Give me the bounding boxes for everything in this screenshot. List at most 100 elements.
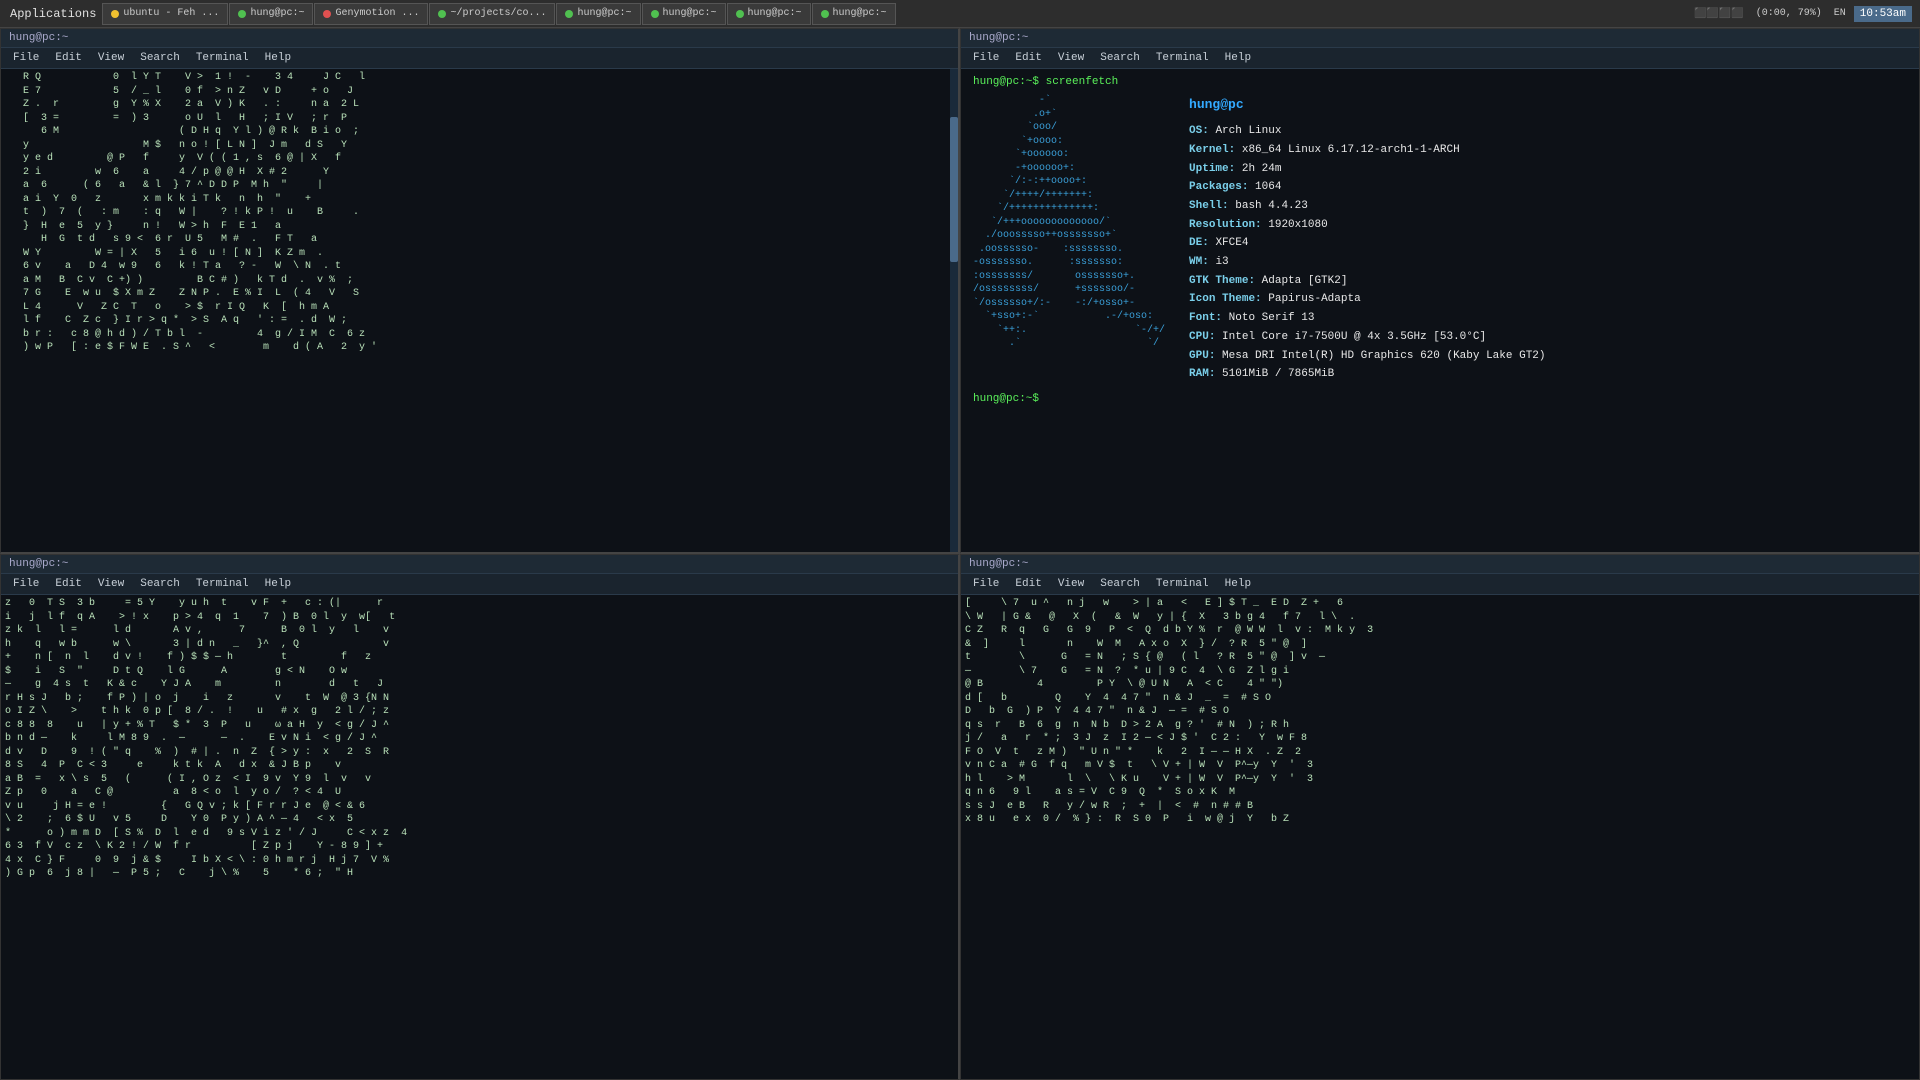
- taskbar-windows: ubuntu - Feh ... hung@pc:~ Genymotion ... ~…: [102, 3, 1690, 25]
- terminal-top-right: hung@pc:~ File Edit View Search Terminal…: [960, 28, 1920, 554]
- info-label-13: RAM:: [1189, 368, 1215, 380]
- menu-br-edit[interactable]: Edit: [1007, 576, 1049, 592]
- taskbar-window-dot-6: [736, 10, 744, 18]
- taskbar-window-dot-2: [323, 10, 331, 18]
- taskbar-window-label-2: Genymotion ...: [335, 8, 419, 19]
- terminal-tr-content[interactable]: hung@pc:~$ screenfetch -` .o+` `ooo/ `+o…: [961, 69, 1919, 552]
- screenfetch-art: -` .o+` `ooo/ `+oooo: `+oooooo: -+oooooo…: [973, 94, 1165, 384]
- menu-bl-terminal[interactable]: Terminal: [188, 576, 257, 592]
- taskbar-window-4[interactable]: hung@pc:~: [556, 3, 640, 25]
- menu-bl-search[interactable]: Search: [132, 576, 188, 592]
- scrollbar-tl[interactable]: [950, 69, 958, 552]
- taskbar-clock: 10:53am: [1854, 6, 1912, 22]
- info-value-5: 1920x1080: [1262, 219, 1328, 231]
- info-label-8: GTK Theme:: [1189, 275, 1255, 287]
- menu-tr-file[interactable]: File: [965, 50, 1007, 66]
- info-label-10: Font:: [1189, 312, 1222, 324]
- menu-bl-edit[interactable]: Edit: [47, 576, 89, 592]
- info-label-5: Resolution:: [1189, 219, 1262, 231]
- info-value-0: Arch Linux: [1209, 125, 1282, 137]
- menu-tr-search[interactable]: Search: [1092, 50, 1148, 66]
- terminal-tl-titlebar: hung@pc:~: [1, 29, 958, 48]
- scrollbar-thumb-tl[interactable]: [950, 117, 958, 262]
- taskbar-window-label-7: hung@pc:~: [833, 8, 887, 19]
- info-row-10: Font: Noto Serif 13: [1189, 309, 1545, 328]
- info-row-4: Shell: bash 4.4.23: [1189, 197, 1545, 216]
- terminal-tr-title: hung@pc:~: [969, 32, 1028, 44]
- info-row-7: WM: i3: [1189, 253, 1545, 272]
- menu-tr-terminal[interactable]: Terminal: [1148, 50, 1217, 66]
- menu-tr-edit[interactable]: Edit: [1007, 50, 1049, 66]
- info-value-4: bash 4.4.23: [1229, 200, 1308, 212]
- taskbar-window-label-6: hung@pc:~: [748, 8, 802, 19]
- menu-br-search[interactable]: Search: [1092, 576, 1148, 592]
- info-label-7: WM:: [1189, 256, 1209, 268]
- taskbar-window-label-1: hung@pc:~: [250, 8, 304, 19]
- info-value-10: Noto Serif 13: [1222, 312, 1314, 324]
- taskbar-window-dot-5: [651, 10, 659, 18]
- screenfetch-info-rows: OS: Arch LinuxKernel: x86_64 Linux 6.17.…: [1189, 122, 1545, 384]
- menu-tr-help[interactable]: Help: [1217, 50, 1259, 66]
- taskbar-window-7[interactable]: hung@pc:~: [812, 3, 896, 25]
- info-value-12: Mesa DRI Intel(R) HD Graphics 620 (Kaby …: [1215, 350, 1545, 362]
- taskbar-right: ⬛⬛⬛⬛ (0:00, 79%) EN 10:53am: [1690, 6, 1920, 22]
- terminal-bottom-right: hung@pc:~ File Edit View Search Terminal…: [960, 554, 1920, 1080]
- info-label-2: Uptime:: [1189, 163, 1235, 175]
- info-row-11: CPU: Intel Core i7-7500U @ 4x 3.5GHz [53…: [1189, 328, 1545, 347]
- info-value-6: XFCE4: [1209, 237, 1249, 249]
- menu-tr-view[interactable]: View: [1050, 50, 1092, 66]
- menu-bl-file[interactable]: File: [5, 576, 47, 592]
- menu-edit[interactable]: Edit: [47, 50, 89, 66]
- taskbar-window-dot-4: [565, 10, 573, 18]
- applications-menu[interactable]: Applications: [4, 5, 102, 23]
- info-value-8: Adapta [GTK2]: [1255, 275, 1347, 287]
- terminal-br-content[interactable]: [ \ 7 u ^ n j w > | a < E ] $ T _ E D Z …: [961, 595, 1919, 1079]
- terminal-br-title: hung@pc:~: [969, 558, 1028, 570]
- terminal-tl-content[interactable]: R Q 0 l Y T V > 1 ! - 3 4 J C l E 7 5 / …: [1, 69, 958, 552]
- info-value-9: Papirus-Adapta: [1262, 293, 1361, 305]
- info-label-1: Kernel:: [1189, 144, 1235, 156]
- taskbar-window-2[interactable]: Genymotion ...: [314, 3, 428, 25]
- menu-terminal[interactable]: Terminal: [188, 50, 257, 66]
- info-label-12: GPU:: [1189, 350, 1215, 362]
- info-label-4: Shell:: [1189, 200, 1229, 212]
- taskbar-window-6[interactable]: hung@pc:~: [727, 3, 811, 25]
- info-value-7: i3: [1209, 256, 1229, 268]
- terminal-bl-menubar: File Edit View Search Terminal Help: [1, 574, 958, 595]
- info-label-11: CPU:: [1189, 331, 1215, 343]
- screenfetch-prompt: hung@pc:~$ screenfetch: [973, 75, 1907, 90]
- info-row-3: Packages: 1064: [1189, 178, 1545, 197]
- menu-bl-help[interactable]: Help: [257, 576, 299, 592]
- taskbar-window-0[interactable]: ubuntu - Feh ...: [102, 3, 228, 25]
- terminal-tl-title: hung@pc:~: [9, 32, 68, 44]
- taskbar-battery: (0:00, 79%): [1752, 8, 1826, 19]
- screenfetch-body: -` .o+` `ooo/ `+oooo: `+oooooo: -+oooooo…: [973, 94, 1907, 384]
- menu-file[interactable]: File: [5, 50, 47, 66]
- menu-search[interactable]: Search: [132, 50, 188, 66]
- taskbar-lang: EN: [1830, 8, 1850, 19]
- menu-br-view[interactable]: View: [1050, 576, 1092, 592]
- taskbar-window-5[interactable]: hung@pc:~: [642, 3, 726, 25]
- terminal-bottom-left: hung@pc:~ File Edit View Search Terminal…: [0, 554, 960, 1080]
- menu-view[interactable]: View: [90, 50, 132, 66]
- menu-br-help[interactable]: Help: [1217, 576, 1259, 592]
- terminal-tl-menubar: File Edit View Search Terminal Help: [1, 48, 958, 69]
- menu-bl-view[interactable]: View: [90, 576, 132, 592]
- info-row-1: Kernel: x86_64 Linux 6.17.12-arch1-1-ARC…: [1189, 141, 1545, 160]
- taskbar-window-dot-7: [821, 10, 829, 18]
- main-layout: hung@pc:~ File Edit View Search Terminal…: [0, 28, 1920, 1080]
- taskbar-window-3[interactable]: ~/projects/co...: [429, 3, 555, 25]
- terminal-tr-titlebar: hung@pc:~: [961, 29, 1919, 48]
- terminal-top-left: hung@pc:~ File Edit View Search Terminal…: [0, 28, 960, 554]
- menu-br-file[interactable]: File: [965, 576, 1007, 592]
- info-label-3: Packages:: [1189, 181, 1248, 193]
- terminal-br-titlebar: hung@pc:~: [961, 555, 1919, 574]
- taskbar-window-dot-1: [238, 10, 246, 18]
- info-row-5: Resolution: 1920x1080: [1189, 216, 1545, 235]
- taskbar-window-1[interactable]: hung@pc:~: [229, 3, 313, 25]
- menu-br-terminal[interactable]: Terminal: [1148, 576, 1217, 592]
- terminal-bl-content[interactable]: z 0 T S 3 b = 5 Y y u h t v F + c : (| r…: [1, 595, 958, 1079]
- info-label-0: OS:: [1189, 125, 1209, 137]
- info-row-0: OS: Arch Linux: [1189, 122, 1545, 141]
- menu-help[interactable]: Help: [257, 50, 299, 66]
